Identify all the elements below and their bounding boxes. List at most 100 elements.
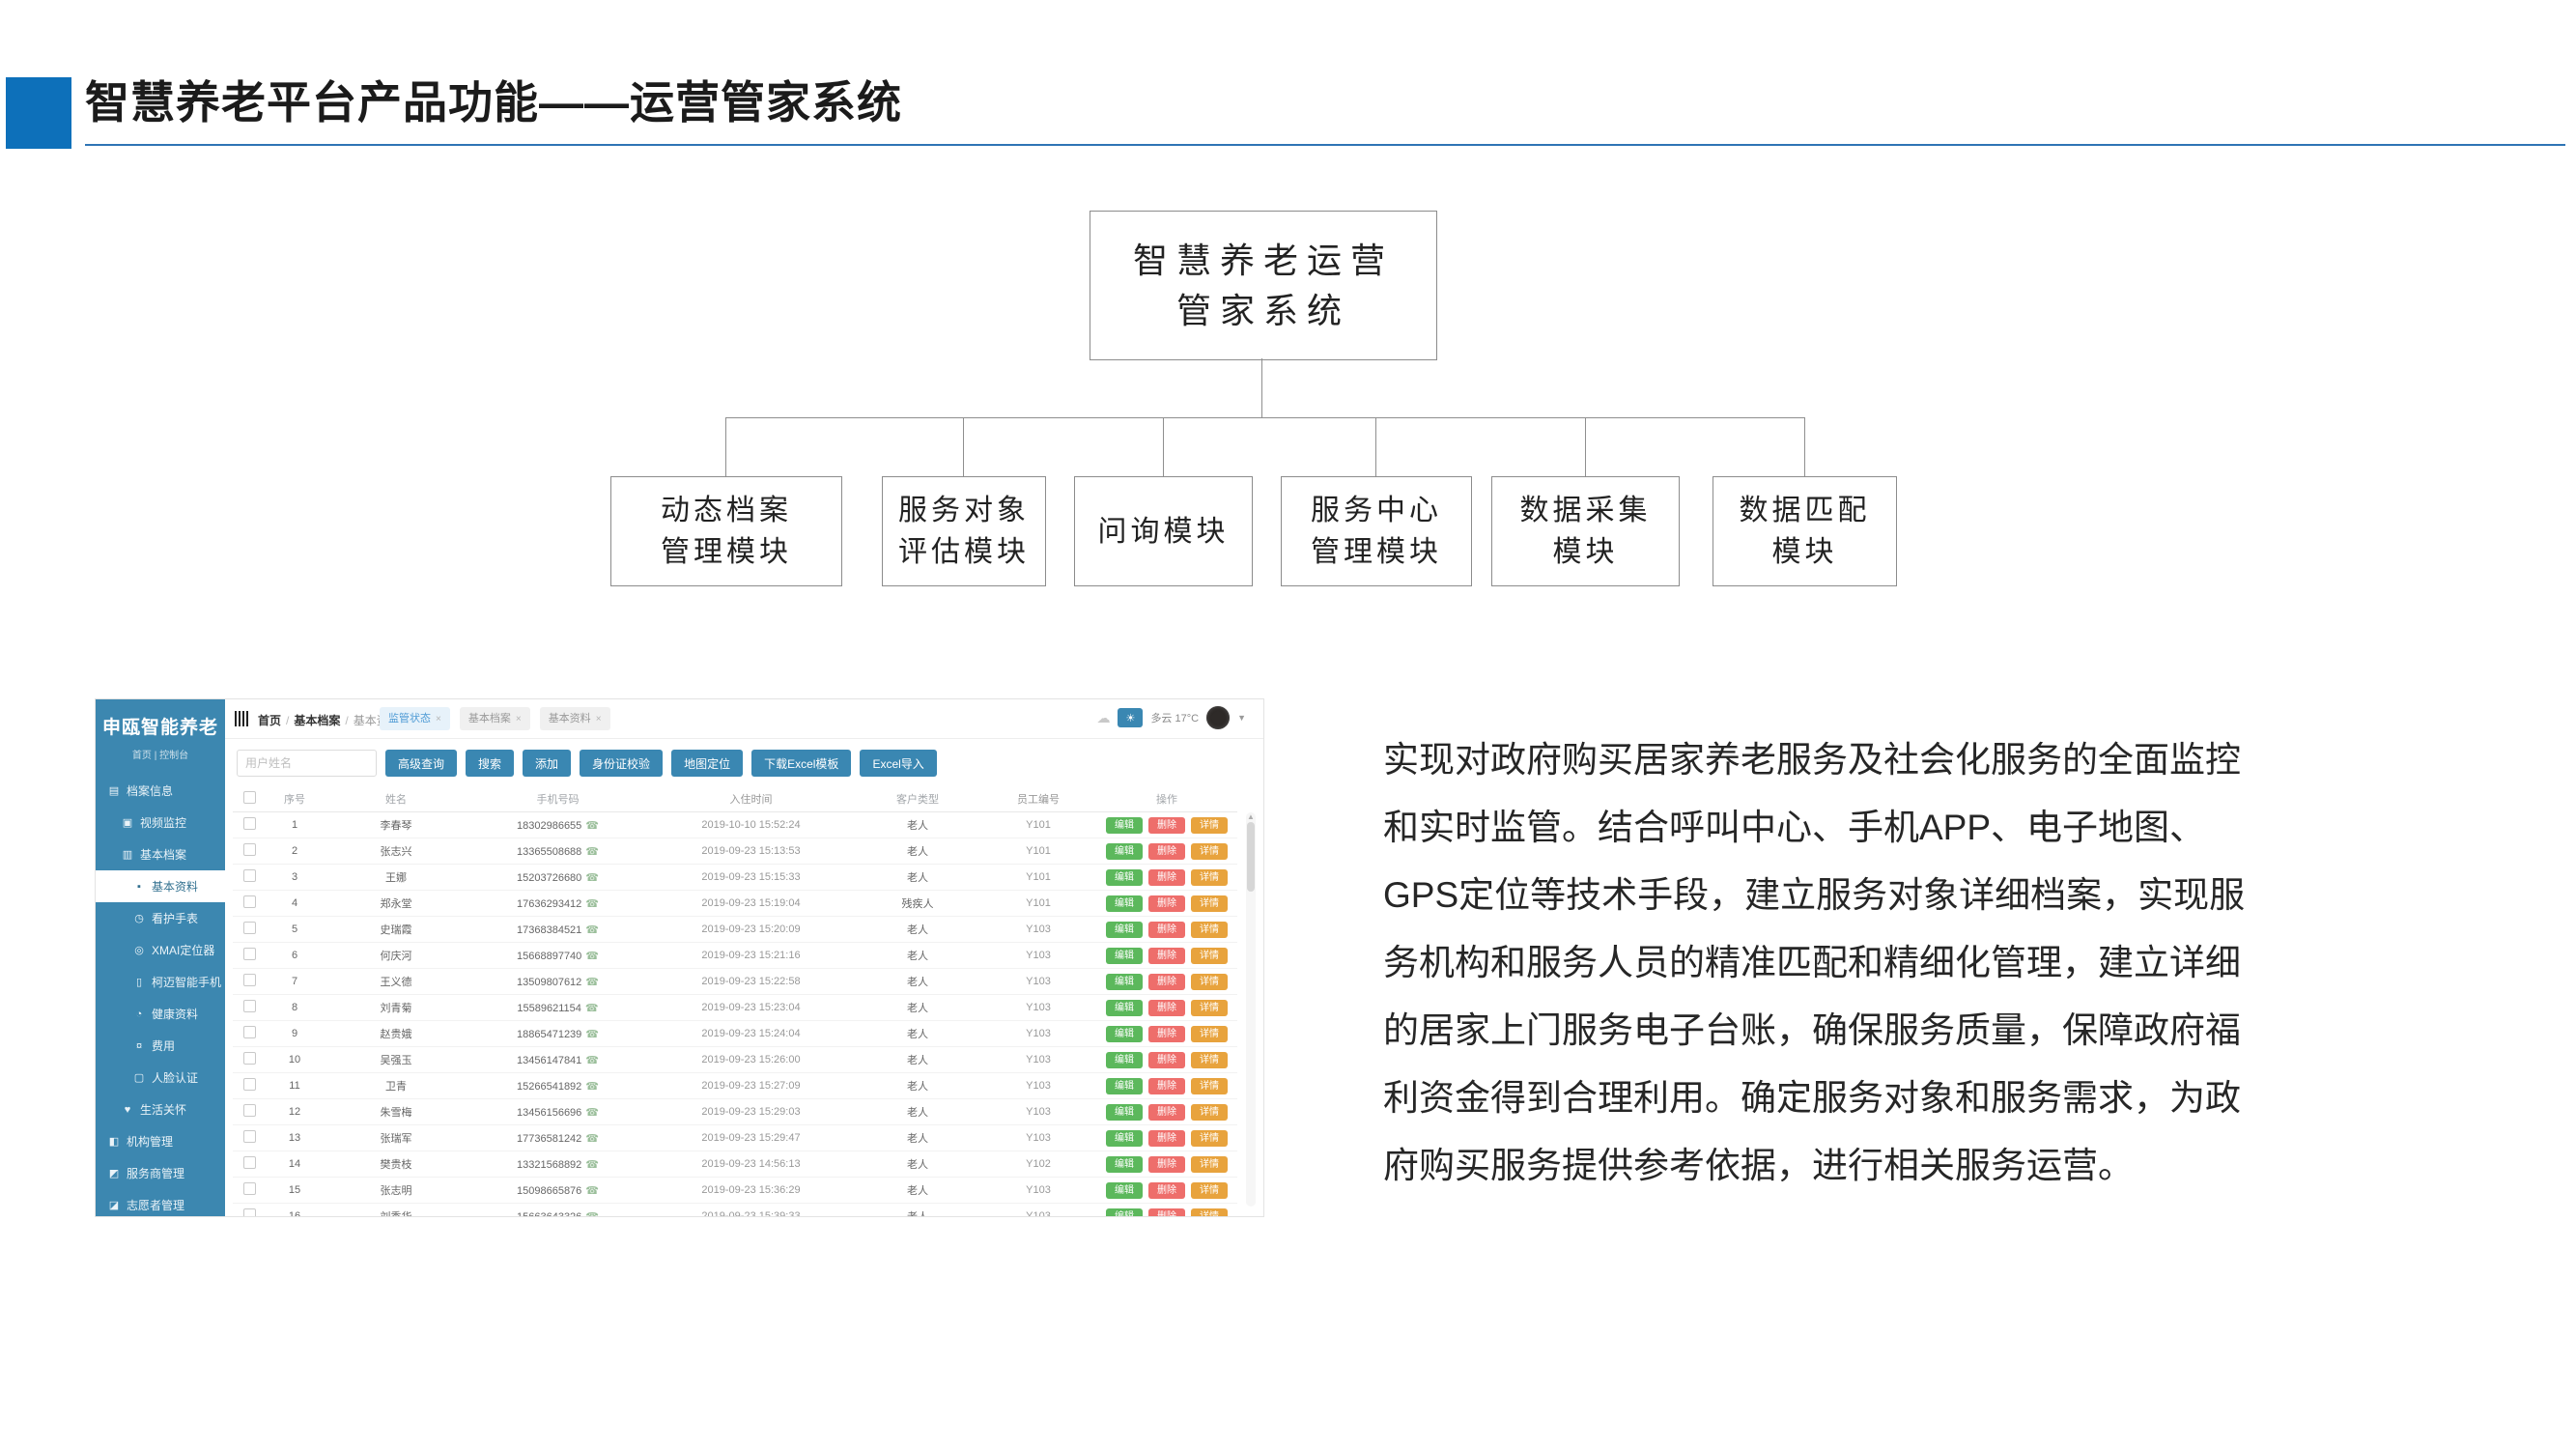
row-checkbox[interactable] (243, 843, 256, 856)
close-icon[interactable]: × (596, 714, 602, 724)
action-button-详情[interactable]: 详情 (1191, 1156, 1228, 1173)
action-button-编辑[interactable]: 编辑 (1106, 869, 1143, 886)
sidebar-item-柯迈智能手机[interactable]: ▯柯迈智能手机 (96, 966, 225, 998)
sidebar-item-机构管理[interactable]: ◧机构管理 (96, 1125, 225, 1157)
action-button-详情[interactable]: 详情 (1191, 869, 1228, 886)
sidebar-item-XMAI定位器[interactable]: ◎XMAI定位器 (96, 934, 225, 966)
action-button-详情[interactable]: 详情 (1191, 843, 1228, 860)
action-button-详情[interactable]: 详情 (1191, 974, 1228, 990)
menu-toggle-icon[interactable] (235, 711, 248, 726)
row-checkbox[interactable] (243, 869, 256, 882)
tab-基本档案[interactable]: 基本档案× (460, 707, 530, 730)
action-button-删除[interactable]: 删除 (1148, 817, 1185, 834)
action-button-编辑[interactable]: 编辑 (1106, 1208, 1143, 1218)
action-button-编辑[interactable]: 编辑 (1106, 1182, 1143, 1199)
row-checkbox[interactable] (243, 1182, 256, 1195)
action-button-详情[interactable]: 详情 (1191, 817, 1228, 834)
toolbar-button-搜索[interactable]: 搜索 (466, 750, 514, 777)
action-button-编辑[interactable]: 编辑 (1106, 974, 1143, 990)
close-icon[interactable]: × (516, 714, 522, 724)
action-button-详情[interactable]: 详情 (1191, 1078, 1228, 1094)
action-button-删除[interactable]: 删除 (1148, 1130, 1185, 1147)
action-button-删除[interactable]: 删除 (1148, 1026, 1185, 1042)
row-checkbox[interactable] (243, 1000, 256, 1012)
action-button-删除[interactable]: 删除 (1148, 974, 1185, 990)
action-button-删除[interactable]: 删除 (1148, 1052, 1185, 1068)
action-button-详情[interactable]: 详情 (1191, 922, 1228, 938)
chevron-down-icon[interactable]: ▼ (1237, 713, 1246, 723)
row-checkbox[interactable] (243, 1156, 256, 1169)
phone-icon[interactable]: ☎ (585, 924, 599, 936)
sidebar-item-费用[interactable]: ¤费用 (96, 1030, 225, 1062)
toolbar-button-Excel导入[interactable]: Excel导入 (860, 750, 936, 777)
phone-icon[interactable]: ☎ (585, 1055, 599, 1066)
row-checkbox[interactable] (243, 974, 256, 986)
row-checkbox[interactable] (243, 1078, 256, 1091)
sidebar-item-健康资料[interactable]: ◔健康资料 (96, 998, 225, 1030)
phone-icon[interactable]: ☎ (585, 1185, 599, 1197)
phone-icon[interactable]: ☎ (585, 898, 599, 910)
row-checkbox[interactable] (243, 922, 256, 934)
row-checkbox[interactable] (243, 895, 256, 908)
select-all-checkbox[interactable] (243, 791, 256, 804)
toolbar-button-下载Excel模板[interactable]: 下载Excel模板 (751, 750, 851, 777)
close-icon[interactable]: × (436, 714, 441, 724)
table-scrollbar[interactable]: ▲ (1246, 812, 1256, 1207)
action-button-删除[interactable]: 删除 (1148, 1156, 1185, 1173)
action-button-删除[interactable]: 删除 (1148, 1104, 1185, 1121)
action-button-编辑[interactable]: 编辑 (1106, 843, 1143, 860)
action-button-详情[interactable]: 详情 (1191, 1182, 1228, 1199)
action-button-详情[interactable]: 详情 (1191, 1026, 1228, 1042)
scrollbar-thumb[interactable] (1247, 822, 1255, 892)
sidebar-item-服务商管理[interactable]: ◩服务商管理 (96, 1157, 225, 1189)
action-button-详情[interactable]: 详情 (1191, 948, 1228, 964)
phone-icon[interactable]: ☎ (585, 820, 599, 832)
action-button-编辑[interactable]: 编辑 (1106, 895, 1143, 912)
action-button-编辑[interactable]: 编辑 (1106, 1104, 1143, 1121)
sidebar-item-基本资料[interactable]: ▪基本资料 (96, 870, 225, 902)
action-button-删除[interactable]: 删除 (1148, 948, 1185, 964)
action-button-删除[interactable]: 删除 (1148, 843, 1185, 860)
action-button-编辑[interactable]: 编辑 (1106, 1000, 1143, 1016)
action-button-详情[interactable]: 详情 (1191, 1130, 1228, 1147)
action-button-详情[interactable]: 详情 (1191, 895, 1228, 912)
action-button-删除[interactable]: 删除 (1148, 869, 1185, 886)
action-button-编辑[interactable]: 编辑 (1106, 1052, 1143, 1068)
scroll-up-icon[interactable]: ▲ (1246, 812, 1256, 822)
sidebar-item-视频监控[interactable]: ▣视频监控 (96, 807, 225, 838)
phone-icon[interactable]: ☎ (585, 1029, 599, 1040)
toolbar-button-添加[interactable]: 添加 (523, 750, 571, 777)
action-button-删除[interactable]: 删除 (1148, 922, 1185, 938)
phone-icon[interactable]: ☎ (585, 1107, 599, 1119)
row-checkbox[interactable] (243, 948, 256, 960)
action-button-删除[interactable]: 删除 (1148, 1182, 1185, 1199)
row-checkbox[interactable] (243, 1052, 256, 1065)
tab-监管状态[interactable]: 监管状态× (380, 707, 450, 730)
search-input[interactable] (237, 750, 377, 777)
breadcrumb-item[interactable]: 首页 (258, 714, 281, 727)
phone-icon[interactable]: ☎ (585, 1211, 599, 1218)
action-button-详情[interactable]: 详情 (1191, 1104, 1228, 1121)
action-button-删除[interactable]: 删除 (1148, 1078, 1185, 1094)
toolbar-button-身份证校验[interactable]: 身份证校验 (580, 750, 663, 777)
action-button-编辑[interactable]: 编辑 (1106, 1026, 1143, 1042)
action-button-编辑[interactable]: 编辑 (1106, 817, 1143, 834)
row-checkbox[interactable] (243, 1026, 256, 1038)
action-button-删除[interactable]: 删除 (1148, 895, 1185, 912)
action-button-删除[interactable]: 删除 (1148, 1000, 1185, 1016)
tab-基本资料[interactable]: 基本资料× (540, 707, 610, 730)
avatar[interactable] (1206, 706, 1230, 729)
action-button-详情[interactable]: 详情 (1191, 1052, 1228, 1068)
phone-icon[interactable]: ☎ (585, 872, 599, 884)
phone-icon[interactable]: ☎ (585, 1159, 599, 1171)
toolbar-button-地图定位[interactable]: 地图定位 (671, 750, 743, 777)
phone-icon[interactable]: ☎ (585, 951, 599, 962)
action-button-编辑[interactable]: 编辑 (1106, 922, 1143, 938)
action-button-编辑[interactable]: 编辑 (1106, 1130, 1143, 1147)
row-checkbox[interactable] (243, 1130, 256, 1143)
sidebar-item-看护手表[interactable]: ◷看护手表 (96, 902, 225, 934)
phone-icon[interactable]: ☎ (585, 1081, 599, 1093)
phone-icon[interactable]: ☎ (585, 1003, 599, 1014)
sidebar-item-志愿者管理[interactable]: ◪志愿者管理 (96, 1189, 225, 1217)
phone-icon[interactable]: ☎ (585, 977, 599, 988)
